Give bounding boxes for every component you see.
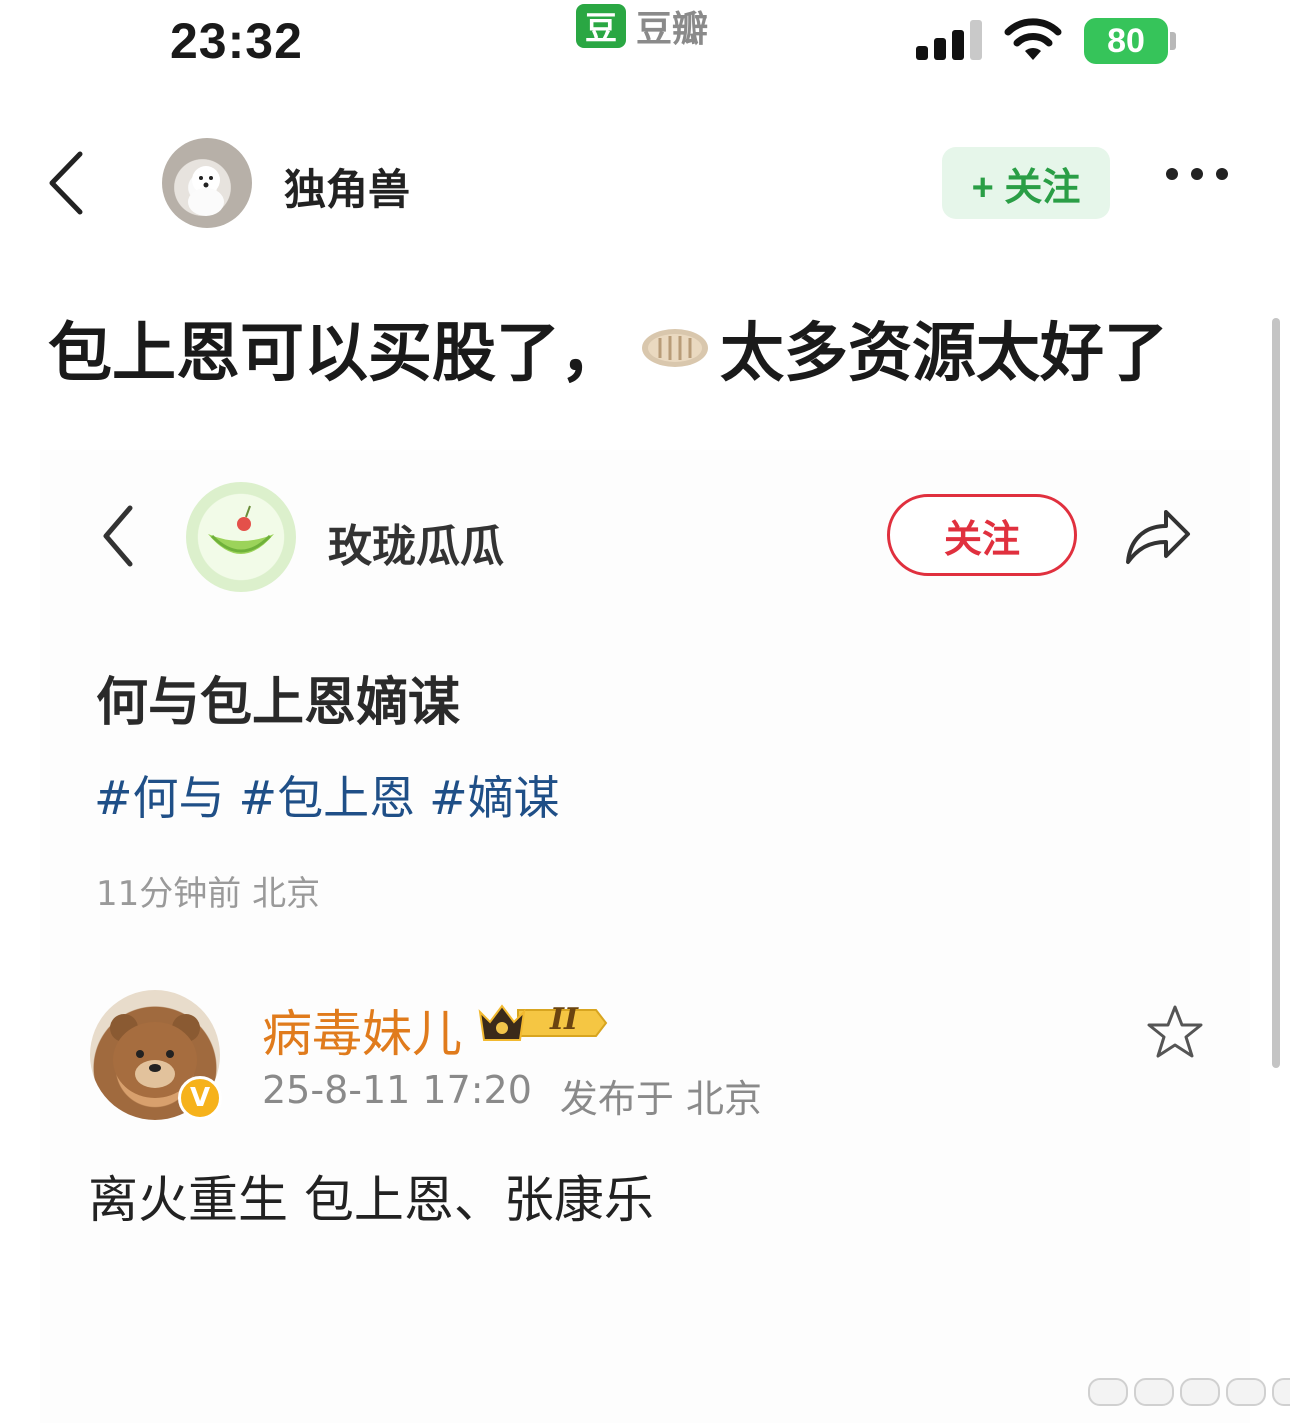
embedded-title: 何与包上恩嫡谋 <box>96 673 461 733</box>
battery-indicator: 80 <box>1084 18 1168 64</box>
status-time: 23:32 <box>170 13 303 69</box>
signal-icon <box>916 20 982 60</box>
watermark <box>1088 1378 1290 1406</box>
embedded-follow-button: 关注 <box>887 494 1077 576</box>
post-title: 包上恩可以买股了， 太多资源太好了 <box>48 302 1168 394</box>
tag-item: #嫡谋 <box>429 771 560 825</box>
follow-button[interactable]: + 关注 <box>942 147 1110 219</box>
tag-item: #何与 <box>94 771 225 825</box>
tag-item: #包上恩 <box>238 771 416 825</box>
vip-level-badge: II <box>478 1000 608 1050</box>
embedded-back-icon <box>103 505 133 567</box>
post-title-part1: 包上恩可以买股了， <box>48 317 624 391</box>
back-icon[interactable] <box>46 150 86 216</box>
post-title-part2: 太多资源太好了 <box>720 317 1168 391</box>
scrollbar[interactable] <box>1272 318 1280 1068</box>
author-username[interactable]: 独角兽 <box>284 156 410 217</box>
tag-list: #何与 #包上恩 #嫡谋 <box>94 762 560 828</box>
bun-emoji-icon <box>642 329 708 367</box>
star-icon <box>1147 1005 1203 1058</box>
embedded-meta: 11分钟前 北京 <box>96 874 321 914</box>
embedded-screenshot <box>40 450 1250 1423</box>
avatar[interactable] <box>162 138 252 228</box>
more-icon[interactable] <box>1166 168 1228 180</box>
crown-icon <box>478 1004 608 1041</box>
melon-avatar-icon <box>208 505 274 554</box>
wifi-icon <box>1004 18 1062 60</box>
share-icon <box>1126 510 1190 564</box>
comment-meta: 25-8-11 17:20 发布于 北京 <box>262 1068 762 1123</box>
comment-location: 发布于 北京 <box>559 1077 762 1121</box>
comment-text: 离火重生 包上恩、张康乐 <box>88 1171 654 1229</box>
douban-logo-icon: 豆 <box>576 4 626 48</box>
verified-badge-icon: V <box>178 1076 222 1120</box>
battery-tip <box>1170 32 1176 50</box>
app-name: 豆瓣 <box>636 9 709 50</box>
vip-level-text: II <box>550 1002 579 1037</box>
dog-avatar-icon <box>188 166 224 216</box>
comment-date: 25-8-11 17:20 <box>262 1068 532 1112</box>
embedded-avatar <box>186 482 296 592</box>
comment-username: 病毒妹儿 <box>262 1005 462 1063</box>
embedded-username: 玫珑瓜瓜 <box>328 521 504 572</box>
app-indicator: 豆 豆瓣 <box>576 0 708 52</box>
